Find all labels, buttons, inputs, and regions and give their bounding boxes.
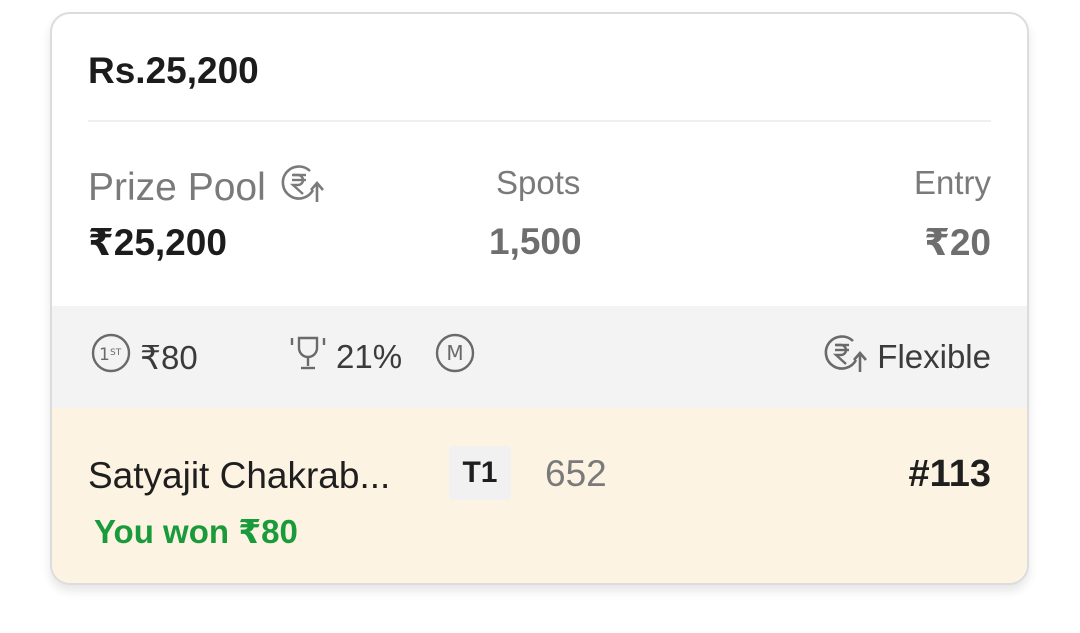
- rupee-up-icon[interactable]: [280, 162, 326, 214]
- first-badge-digit: 1: [99, 345, 110, 365]
- prize-pool-value: ₹25,200: [88, 222, 227, 263]
- entry-label: Entry: [913, 164, 991, 201]
- winners-percent-info[interactable]: 21%: [288, 306, 402, 408]
- first-prize-icon: 1 ST: [90, 332, 132, 382]
- user-result-row[interactable]: Satyajit Chakrab... T1 652 #113 You won …: [52, 408, 1027, 583]
- entry-fee-value: ₹20: [924, 222, 991, 263]
- spots-label: Spots: [496, 164, 581, 201]
- rupee-up-icon: [823, 332, 869, 382]
- contest-title: Rs.25,200: [88, 50, 259, 91]
- winners-percent: 21%: [336, 338, 403, 375]
- user-name: Satyajit Chakrab...: [88, 455, 391, 496]
- multi-entry-info[interactable]: M: [434, 306, 476, 408]
- trophy-icon: [288, 332, 328, 382]
- flexible-label: Flexible: [877, 338, 991, 375]
- first-prize-amount: ₹80: [140, 338, 198, 376]
- user-rank: #113: [908, 453, 991, 495]
- multi-entry-icon: M: [434, 332, 476, 382]
- spots-value: 1,500: [489, 221, 582, 262]
- divider: [88, 120, 991, 122]
- prize-pool-label-group: Prize Pool: [88, 162, 326, 214]
- contest-card[interactable]: Rs.25,200 Prize Pool ₹25,200 Spots 1,500…: [50, 12, 1029, 585]
- prize-pool-label: Prize Pool: [88, 166, 266, 209]
- first-badge-suffix: ST: [110, 348, 122, 358]
- winnings-text: You won ₹80: [94, 513, 298, 550]
- multi-entry-letter: M: [446, 341, 463, 365]
- team-badge: T1: [449, 446, 511, 500]
- team-points: 652: [545, 453, 607, 494]
- flexible-info[interactable]: Flexible: [823, 306, 991, 408]
- first-prize-info[interactable]: 1 ST ₹80: [90, 306, 198, 408]
- contest-meta-bar: 1 ST ₹80 21% M Flexible: [52, 306, 1027, 408]
- contest-summary: Rs.25,200 Prize Pool ₹25,200 Spots 1,500…: [52, 14, 1027, 306]
